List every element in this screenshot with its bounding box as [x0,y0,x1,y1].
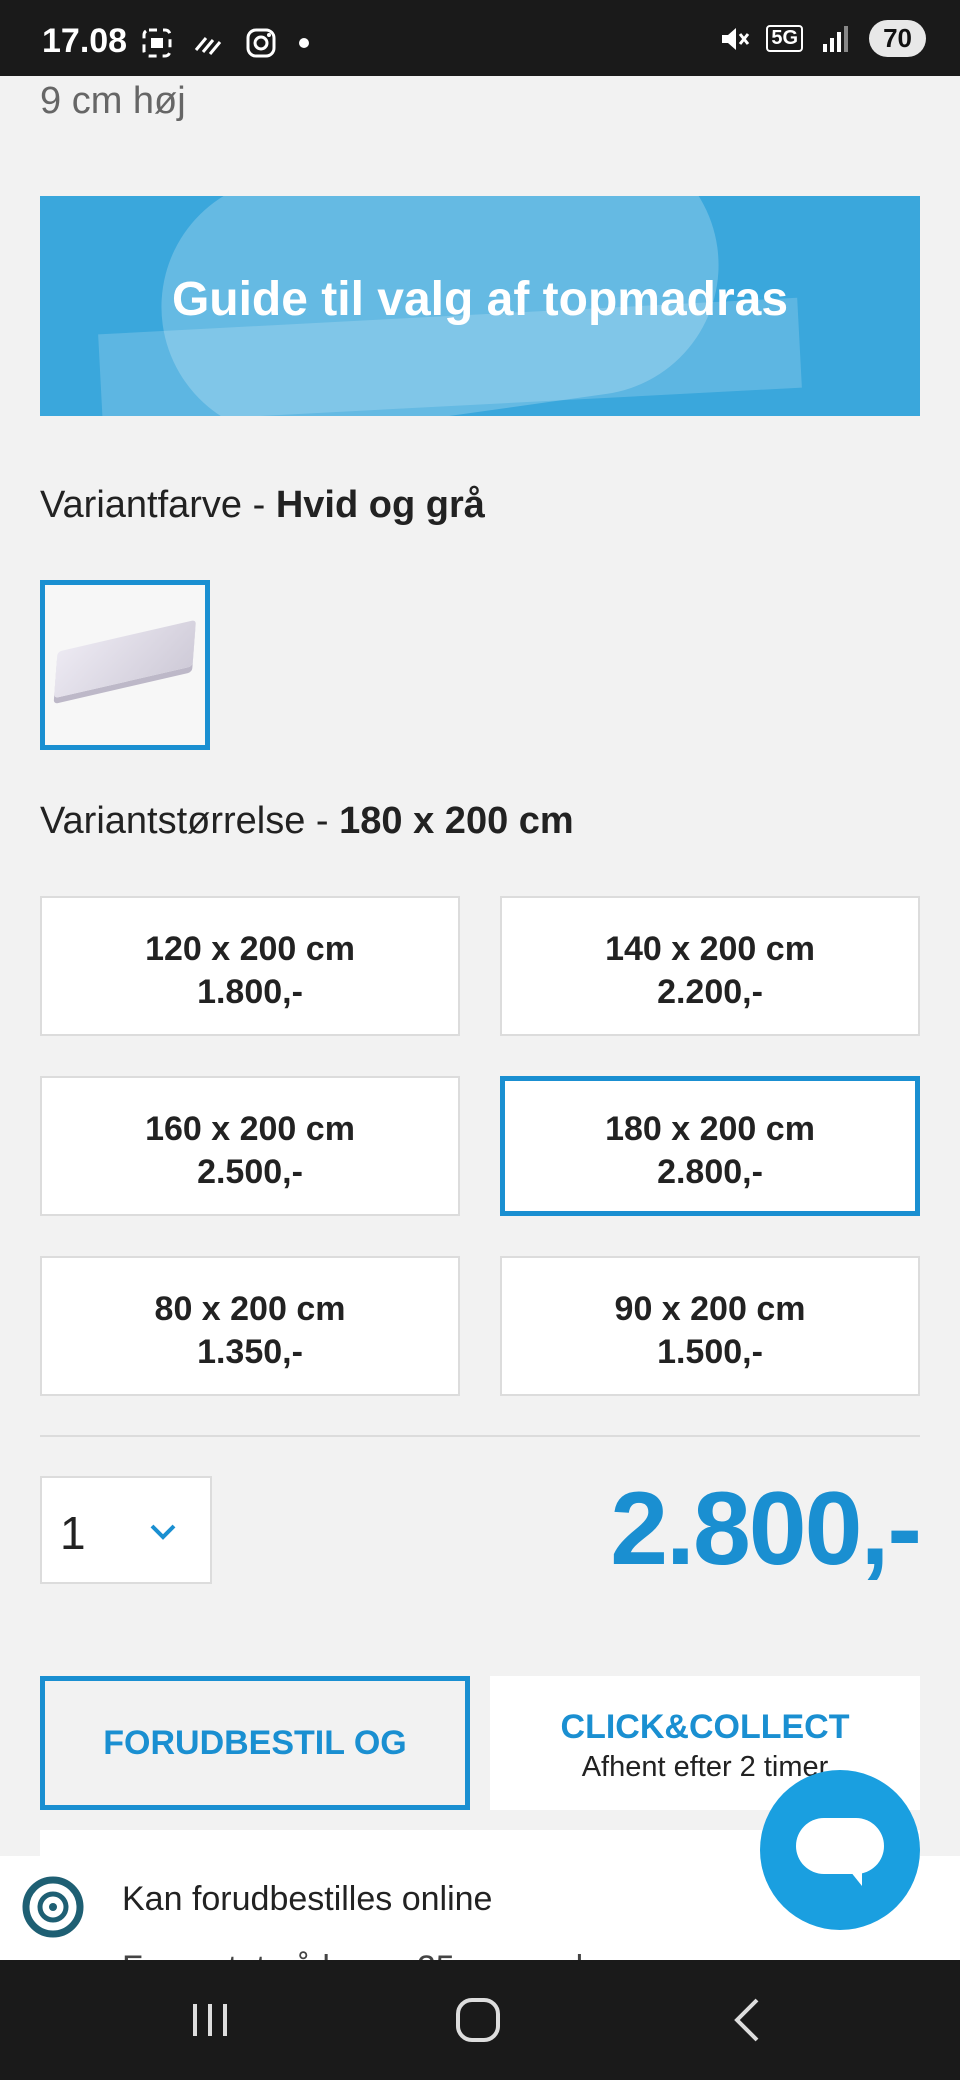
status-icons-left [140,26,312,60]
size-variant-label: Variantstørrelse - [40,800,329,842]
size-option-price: 1.500,- [657,1333,763,1371]
mute-icon [722,27,750,50]
size-option-120[interactable]: 120 x 200 cm 1.800,- [40,896,460,1036]
screenshot-icon [142,28,172,58]
quantity-value: 1 [60,1507,86,1559]
preorder-button[interactable]: FORUDBESTIL OG BETAL [40,1676,470,1886]
size-variant-heading: Variantstørrelse - 180 x 200 cm [40,800,574,843]
size-option-label: 80 x 200 cm [154,1290,346,1328]
network-label: 5G [766,25,804,52]
color-variant-heading: Variantfarve - Hvid og grå [40,484,485,527]
color-swatch-selected[interactable] [40,580,210,750]
battery-indicator: 70 [869,20,926,57]
size-option-label: 160 x 200 cm [145,1110,355,1148]
total-price: 2.800,- [610,1471,922,1587]
chat-bubble-tail [846,1866,862,1886]
size-option-140[interactable]: 140 x 200 cm 2.200,- [500,896,920,1036]
size-option-price: 2.500,- [197,1153,303,1191]
status-icons-right: 5G 70 [716,20,926,57]
size-variant-selected: 180 x 200 cm [339,800,574,842]
recent-apps-icon[interactable] [175,1990,245,2050]
divider [40,1435,920,1437]
mattress-thumbnail [54,619,196,699]
color-variant-label: Variantfarve - [40,484,266,526]
back-icon[interactable] [712,1990,782,2050]
signal-icon [823,25,849,52]
size-option-180-selected[interactable]: 180 x 200 cm 2.800,- [500,1076,920,1216]
preorder-cycle-icon [22,1876,84,1938]
color-variant-selected: Hvid og grå [275,484,485,526]
status-bar: 17.08 5G 70 [0,0,960,76]
status-time: 17.08 [42,22,128,60]
dot-icon [299,38,309,48]
size-option-160[interactable]: 160 x 200 cm 2.500,- [40,1076,460,1216]
chevron-down-icon [150,1524,176,1540]
availability-status: Kan forudbestilles online [122,1880,493,1918]
size-option-price: 1.800,- [197,973,303,1011]
size-option-price: 2.200,- [657,973,763,1011]
click-collect-label: CLICK&COLLECT [560,1708,850,1746]
wifi-calling-icon [194,37,222,55]
chat-button[interactable] [760,1770,920,1930]
android-nav-bar [0,1960,960,2080]
chat-bubble-icon [796,1818,884,1874]
guide-banner-title: Guide til valg af topmadras [171,273,789,326]
size-option-80[interactable]: 80 x 200 cm 1.350,- [40,1256,460,1396]
instagram-icon [246,28,276,58]
size-option-label: 140 x 200 cm [605,930,815,968]
size-option-label: 120 x 200 cm [145,930,355,968]
size-option-90[interactable]: 90 x 200 cm 1.500,- [500,1256,920,1396]
quantity-select[interactable]: 1 [40,1476,212,1584]
size-option-label: 180 x 200 cm [605,1110,815,1148]
size-option-label: 90 x 200 cm [614,1290,806,1328]
size-option-price: 1.350,- [197,1333,303,1371]
home-icon[interactable] [443,1990,513,2050]
guide-banner[interactable]: Guide til valg af topmadras [40,196,920,416]
product-subtitle: 9 cm høj [40,80,186,122]
size-option-price: 2.800,- [657,1153,763,1191]
